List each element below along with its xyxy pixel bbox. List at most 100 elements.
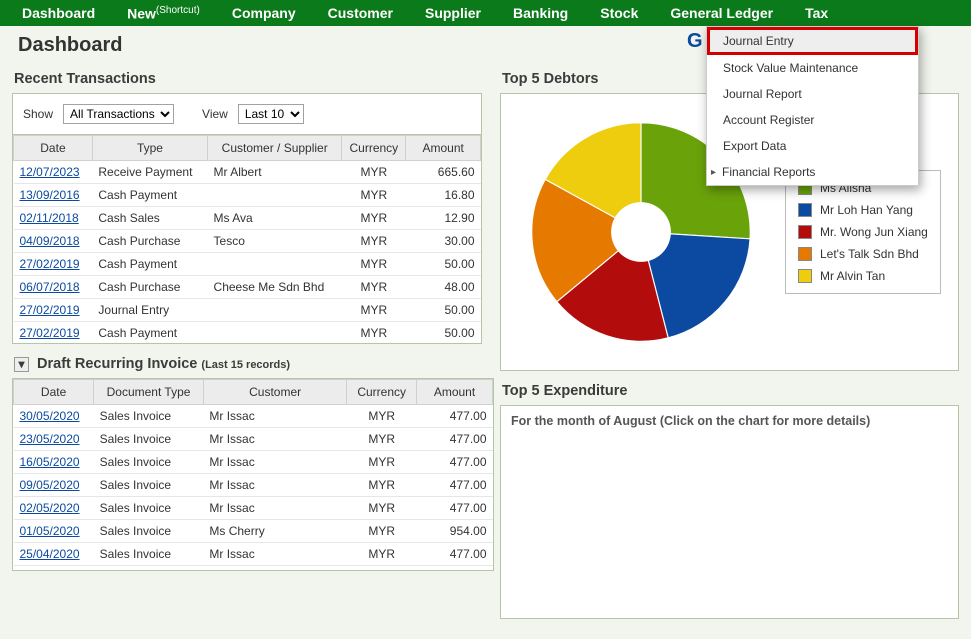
dcol-customer[interactable]: Customer [203,380,346,405]
legend-item[interactable]: Mr Loh Han Yang [796,199,930,221]
cell-customer: Mr Issac [203,451,346,474]
dropdown-journal-report[interactable]: Journal Report [707,81,918,107]
table-row[interactable]: 04/09/2018 Cash Purchase Tesco MYR 30.00 [14,230,481,253]
cell-date[interactable]: 12/07/2023 [14,161,93,184]
col-amount[interactable]: Amount [406,136,481,161]
table-row[interactable]: 30/05/2020 Sales Invoice Mr Issac MYR 47… [14,405,493,428]
view-select[interactable]: Last 10 [238,104,304,124]
table-row[interactable]: 18/04/2020 Sales Invoice Mr Issac MYR 47… [14,566,493,572]
cell-date[interactable]: 25/04/2020 [14,543,94,566]
menuitem-new[interactable]: New(Shortcut) [111,1,216,26]
table-row[interactable]: 27/02/2019 Journal Entry MYR 50.00 [14,299,481,322]
legend-item[interactable]: Let's Talk Sdn Bhd [796,243,930,265]
dropdown-export-data[interactable]: Export Data [707,133,918,159]
cell-currency: MYR [342,253,406,276]
cell-currency: MYR [347,497,417,520]
cell-date[interactable]: 02/11/2018 [14,207,93,230]
cell-date[interactable]: 16/05/2020 [14,451,94,474]
table-row[interactable]: 13/09/2016 Cash Payment MYR 16.80 [14,184,481,207]
table-row[interactable]: 25/04/2020 Sales Invoice Mr Issac MYR 47… [14,543,493,566]
view-label: View [202,107,228,121]
cell-currency: MYR [342,207,406,230]
col-type[interactable]: Type [92,136,207,161]
recent-transactions-panel: Recent Transactions Show All Transaction… [12,67,482,344]
cell-date[interactable]: 13/09/2016 [14,184,93,207]
cell-date[interactable]: 09/05/2020 [14,474,94,497]
table-row[interactable]: 27/02/2019 Cash Payment MYR 50.00 [14,322,481,345]
menuitem-company[interactable]: Company [216,1,312,25]
table-row[interactable]: 09/05/2020 Sales Invoice Mr Issac MYR 47… [14,474,493,497]
truncated-header-letter: G [687,30,703,53]
cell-date[interactable]: 06/07/2018 [14,276,93,299]
cell-amount: 50.00 [406,299,481,322]
expand-icon[interactable]: ▾ [14,357,29,372]
legend-label: Mr. Wong Jun Xiang [820,225,928,239]
draft-invoice-grid[interactable]: Date Document Type Customer Currency Amo… [12,378,494,571]
cell-amount: 477.00 [417,566,493,572]
cell-date[interactable]: 30/05/2020 [14,405,94,428]
cell-customer-supplier: Ms Ava [208,207,342,230]
cell-customer: Mr Issac [203,566,346,572]
table-row[interactable]: 16/05/2020 Sales Invoice Mr Issac MYR 47… [14,451,493,474]
legend-item[interactable]: Mr Alvin Tan [796,265,930,287]
cell-amount: 30.00 [406,230,481,253]
cell-date[interactable]: 27/02/2019 [14,299,93,322]
cell-amount: 477.00 [417,428,493,451]
col-date[interactable]: Date [14,136,93,161]
col-currency[interactable]: Currency [342,136,406,161]
col-customer-supplier[interactable]: Customer / Supplier [208,136,342,161]
dcol-currency[interactable]: Currency [347,380,417,405]
cell-currency: MYR [347,474,417,497]
menuitem-stock[interactable]: Stock [584,1,654,25]
cell-date[interactable]: 23/05/2020 [14,428,94,451]
cell-customer-supplier: Mr Albert [208,161,342,184]
dcol-date[interactable]: Date [14,380,94,405]
table-row[interactable]: 27/02/2019 Cash Payment MYR 50.00 [14,253,481,276]
chevron-right-icon: ▸ [711,167,716,178]
menuitem-dashboard[interactable]: Dashboard [6,1,111,25]
dcol-amount[interactable]: Amount [417,380,493,405]
cell-customer-supplier [208,299,342,322]
cell-customer-supplier: Tesco [208,230,342,253]
table-row[interactable]: 01/05/2020 Sales Invoice Ms Cherry MYR 9… [14,520,493,543]
cell-type: Cash Purchase [92,230,207,253]
expenditure-box: For the month of August (Click on the ch… [500,405,959,619]
cell-type: Receive Payment [92,161,207,184]
menuitem-tax[interactable]: Tax [789,1,844,25]
menuitem-customer[interactable]: Customer [312,1,409,25]
legend-swatch [798,203,812,217]
table-row[interactable]: 02/11/2018 Cash Sales Ms Ava MYR 12.90 [14,207,481,230]
dropdown-stock-value-maintenance[interactable]: Stock Value Maintenance [707,55,918,81]
dropdown-account-register[interactable]: Account Register [707,107,918,133]
dropdown-financial-reports-label: Financial Reports [722,165,815,179]
cell-amount: 954.00 [417,520,493,543]
legend-item[interactable]: Mr. Wong Jun Xiang [796,221,930,243]
show-select[interactable]: All Transactions [63,104,174,124]
cell-doctype: Sales Invoice [94,520,204,543]
cell-date[interactable]: 27/02/2019 [14,322,93,345]
legend-swatch [798,247,812,261]
table-row[interactable]: 23/05/2020 Sales Invoice Mr Issac MYR 47… [14,428,493,451]
dropdown-journal-entry[interactable]: Journal Entry [707,27,918,55]
cell-currency: MYR [342,276,406,299]
table-row[interactable]: 06/07/2018 Cash Purchase Cheese Me Sdn B… [14,276,481,299]
table-row[interactable]: 02/05/2020 Sales Invoice Mr Issac MYR 47… [14,497,493,520]
cell-doctype: Sales Invoice [94,543,204,566]
legend-swatch [798,269,812,283]
recent-transactions-grid[interactable]: Date Type Customer / Supplier Currency A… [12,134,482,344]
menuitem-general-ledger[interactable]: General Ledger [654,1,789,25]
cell-currency: MYR [347,451,417,474]
menuitem-banking[interactable]: Banking [497,1,584,25]
top-5-expenditure-title: Top 5 Expenditure [500,379,959,405]
cell-date[interactable]: 04/09/2018 [14,230,93,253]
dcol-doctype[interactable]: Document Type [94,380,204,405]
cell-date[interactable]: 02/05/2020 [14,497,94,520]
dropdown-financial-reports[interactable]: ▸ Financial Reports [707,159,918,185]
cell-date[interactable]: 01/05/2020 [14,520,94,543]
menuitem-supplier[interactable]: Supplier [409,1,497,25]
cell-currency: MYR [347,405,417,428]
cell-amount: 665.60 [406,161,481,184]
table-row[interactable]: 12/07/2023 Receive Payment Mr Albert MYR… [14,161,481,184]
cell-date[interactable]: 18/04/2020 [14,566,94,572]
cell-date[interactable]: 27/02/2019 [14,253,93,276]
